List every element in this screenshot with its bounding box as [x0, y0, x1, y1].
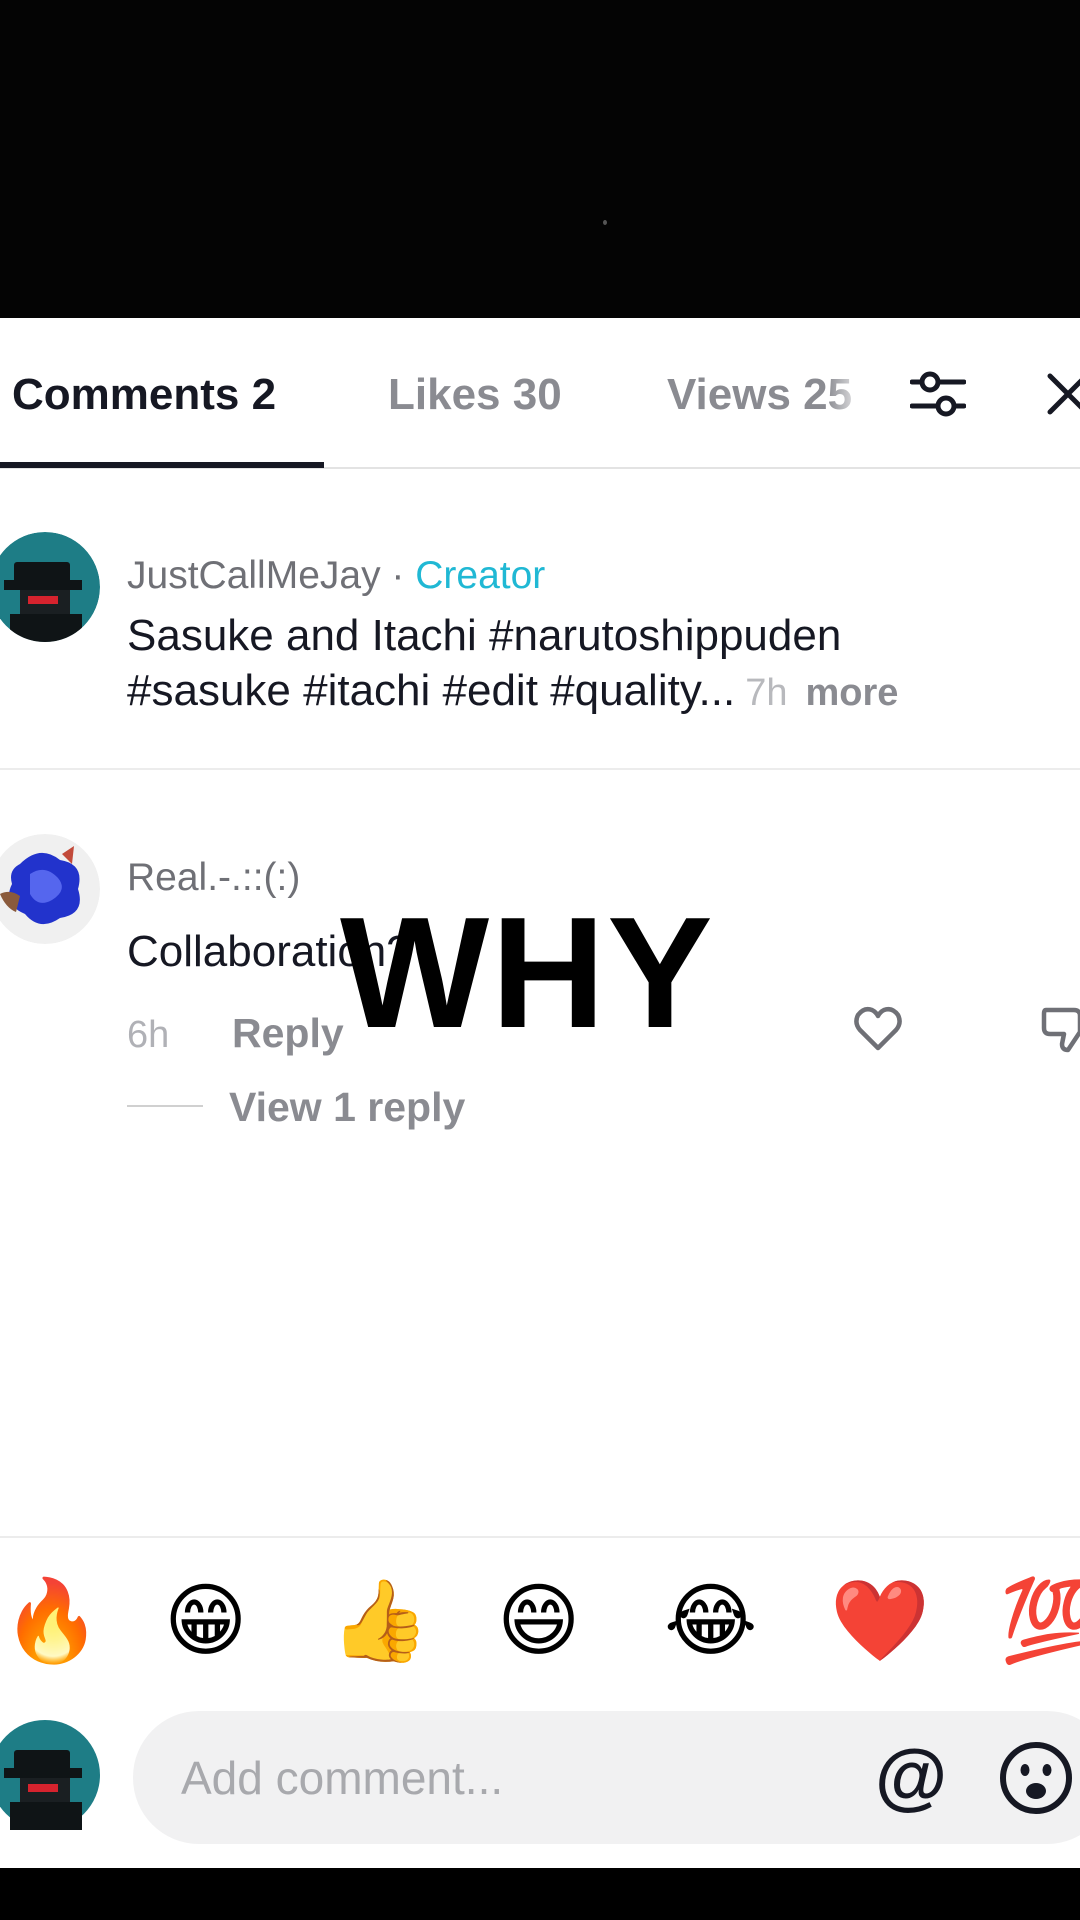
emoji-grin-button[interactable]: 😁 — [164, 1576, 247, 1666]
creator-caption-comment: JustCallMeJay · Creator Sasuke and Itach… — [0, 532, 1080, 752]
view-replies-button[interactable]: View 1 reply — [229, 1084, 465, 1131]
emoji-bar-divider — [0, 1536, 1080, 1538]
tab-comments[interactable]: Comments 2 — [12, 370, 276, 420]
creator-badge: Creator — [415, 554, 546, 597]
video-background[interactable] — [0, 0, 1080, 318]
caption-line-2-text: #sasuke #itachi #edit #quality... — [127, 666, 736, 715]
tab-views[interactable]: Views 25 — [667, 370, 867, 420]
thumbs-down-icon[interactable] — [1040, 1004, 1080, 1054]
heart-outline-icon[interactable] — [852, 1004, 904, 1054]
mention-at-icon[interactable]: @ — [875, 1736, 947, 1816]
video-frame-detail — [603, 220, 607, 225]
emoji-tears-of-joy-button[interactable]: 😂 — [664, 1576, 757, 1666]
system-bottom-bar — [0, 1868, 1080, 1920]
username[interactable]: Real.-.::(:) — [127, 856, 300, 900]
caption-text: Sasuke and Itachi #narutoshippuden #sasu… — [127, 608, 898, 721]
emoji-hundred-button[interactable]: 💯 — [1000, 1576, 1080, 1666]
emoji-thumbs-up-button[interactable]: 👍 — [330, 1576, 430, 1666]
smiley-face-icon[interactable] — [998, 1740, 1074, 1816]
current-user-avatar — [0, 1720, 100, 1830]
emoji-smile-button[interactable]: 😄 — [497, 1576, 580, 1666]
active-tab-indicator — [0, 462, 324, 468]
separator-dot: · — [380, 554, 416, 597]
username-row: JustCallMeJay · Creator — [127, 554, 545, 598]
caption-line-1: Sasuke and Itachi #narutoshippuden — [127, 611, 842, 660]
comment-time: 6h — [127, 1014, 170, 1056]
username[interactable]: JustCallMeJay — [127, 554, 381, 597]
video-overlay-caption: WHY — [340, 885, 715, 1061]
emoji-fire-button[interactable]: 🔥 — [2, 1576, 102, 1666]
avatar[interactable] — [0, 532, 100, 642]
reply-thread-line — [127, 1105, 203, 1107]
reply-button[interactable]: Reply — [232, 1010, 344, 1057]
tab-likes[interactable]: Likes 30 — [388, 370, 562, 420]
caption-line-2: #sasuke #itachi #edit #quality... 7h more — [127, 663, 898, 721]
comments-sheet: Comments 2 Likes 30 Views 25 JustCallMeJ… — [0, 318, 1080, 1868]
close-icon[interactable] — [1044, 370, 1080, 418]
divider — [0, 768, 1080, 770]
tab-bar: Comments 2 Likes 30 Views 25 — [0, 318, 1080, 469]
sliders-filter-icon[interactable] — [910, 370, 966, 420]
emoji-heart-button[interactable]: ❤️ — [830, 1576, 930, 1666]
caption-time: 7h — [745, 672, 788, 714]
more-link[interactable]: more — [806, 672, 899, 714]
avatar[interactable] — [0, 834, 100, 944]
